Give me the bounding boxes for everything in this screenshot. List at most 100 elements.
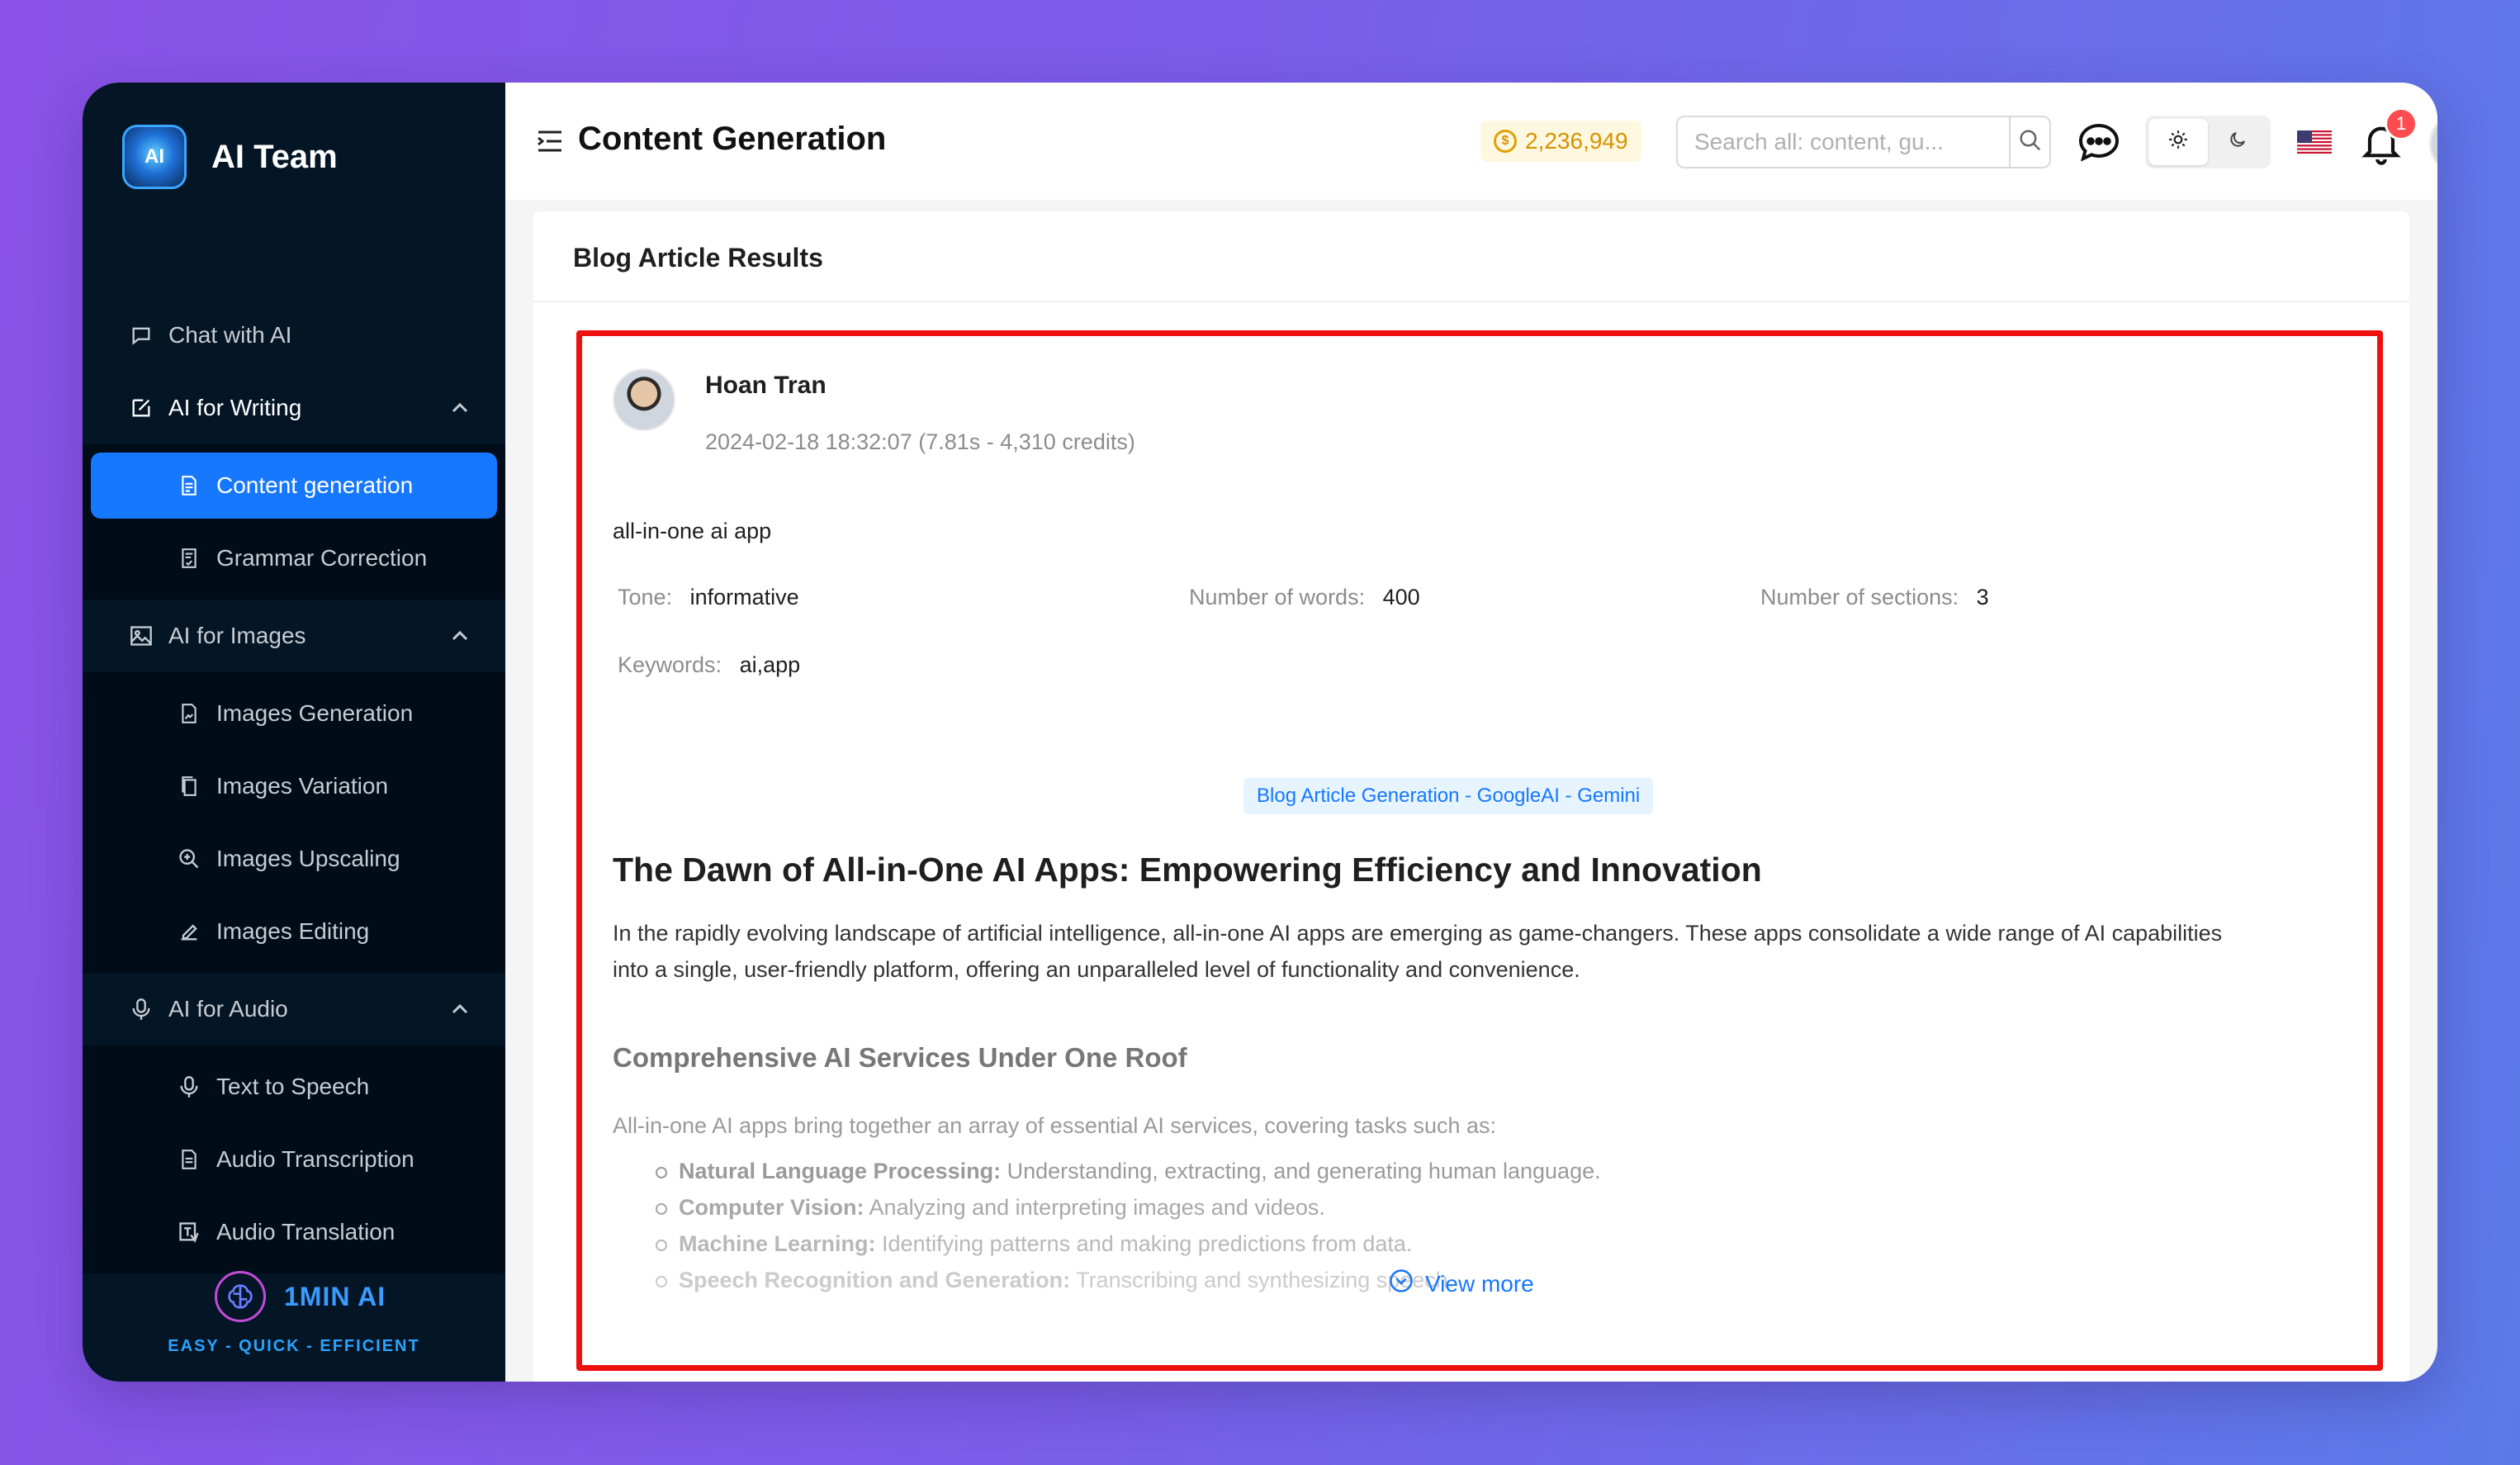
search-button[interactable] xyxy=(2009,117,2049,167)
user-avatar[interactable] xyxy=(2429,112,2437,175)
file-image-icon xyxy=(177,701,201,726)
brand-logo-icon: AI xyxy=(122,125,187,189)
result-prompt: all-in-one ai app xyxy=(613,519,772,543)
model-tag: Blog Article Generation - GoogleAI - Gem… xyxy=(1243,778,1654,814)
results-card: Blog Article Results Hoan Tran 2024-02-1… xyxy=(533,211,2409,1382)
zoom-in-icon xyxy=(177,846,201,871)
list-item-desc: Understanding, extracting, and generatin… xyxy=(1001,1159,1601,1183)
sidebar-item-images-upscaling[interactable]: Images Upscaling xyxy=(91,823,497,895)
search-icon xyxy=(2018,128,2043,157)
document-icon xyxy=(177,473,201,498)
sidebar-item-label: Grammar Correction xyxy=(216,545,428,571)
search-box xyxy=(1676,116,2051,168)
microphone-icon xyxy=(129,997,154,1022)
credits-value: 2,236,949 xyxy=(1525,128,1628,154)
submenu-images: Images Generation Images Variation Image… xyxy=(83,672,505,973)
article-paragraph: In the rapidly evolving landscape of art… xyxy=(613,921,2223,982)
sidebar-item-text-to-speech[interactable]: Text to Speech xyxy=(91,1050,497,1123)
sidebar-item-label: Images Editing xyxy=(216,918,370,944)
top-header: Content Generation $ 2,236,949 Search al… xyxy=(505,83,2437,200)
sidebar: AI AI Team Chat with AI AI for Writing C… xyxy=(83,83,505,1382)
sidebar-item-content-generation[interactable]: Content generation xyxy=(91,453,497,519)
list-item-desc: Analyzing and interpreting images and vi… xyxy=(864,1195,1325,1220)
sidebar-item-label: Content generation xyxy=(216,472,414,498)
brand[interactable]: AI AI Team xyxy=(122,116,338,198)
sidebar-group-ai-for-writing[interactable]: AI for Writing xyxy=(83,372,505,444)
list-item-term: Natural Language Processing: xyxy=(679,1159,1002,1183)
pencil-icon xyxy=(177,919,201,944)
page-title: Content Generation xyxy=(578,121,887,157)
sidebar-footer: 1MIN AI EASY - QUICK - EFFICIENT xyxy=(83,1216,505,1382)
author-name: Hoan Tran xyxy=(705,372,827,399)
sidebar-item-images-generation[interactable]: Images Generation xyxy=(91,677,497,750)
footer-brand: 1MIN AI xyxy=(215,1271,386,1322)
list-item-term: Machine Learning: xyxy=(679,1231,876,1256)
tone-value: informative xyxy=(689,585,799,609)
chevron-up-icon xyxy=(451,397,469,419)
brain-icon xyxy=(215,1271,266,1322)
sidebar-item-images-editing[interactable]: Images Editing xyxy=(91,895,497,968)
submenu-writing: Content generation Grammar Correction xyxy=(83,444,505,600)
article-heading: The Dawn of All-in-One AI Apps: Empoweri… xyxy=(613,851,1762,889)
app-window: AI AI Team Chat with AI AI for Writing C… xyxy=(83,83,2437,1382)
words-field: Number of words: 400 xyxy=(1189,585,1420,609)
sidebar-item-label: Images Upscaling xyxy=(216,846,400,871)
sections-label: Number of sections xyxy=(1760,585,1953,609)
sidebar-item-label: Audio Transcription xyxy=(216,1146,414,1172)
sidebar-group-ai-for-images[interactable]: AI for Images xyxy=(83,600,505,672)
card-title: Blog Article Results xyxy=(573,243,823,273)
edit-icon xyxy=(129,396,154,420)
microphone-icon xyxy=(177,1074,201,1099)
sidebar-item-label: Chat with AI xyxy=(168,322,292,348)
chevron-up-icon xyxy=(451,625,469,647)
notification-badge: 1 xyxy=(2385,107,2418,140)
light-mode-button[interactable] xyxy=(2148,119,2208,165)
sidebar-item-audio-transcription[interactable]: Audio Transcription xyxy=(91,1123,497,1196)
sidebar-group-label: AI for Audio xyxy=(168,996,288,1022)
author-avatar xyxy=(613,368,675,431)
copy-icon xyxy=(177,774,201,799)
view-more-button[interactable]: View more xyxy=(1389,1268,1534,1299)
sidebar-item-chat-with-ai[interactable]: Chat with AI xyxy=(83,299,505,372)
sun-icon xyxy=(2167,129,2189,156)
us-flag-icon[interactable] xyxy=(2297,130,2332,154)
view-more-label: View more xyxy=(1425,1270,1534,1297)
article-subparagraph: All-in-one AI apps bring together an arr… xyxy=(613,1113,1497,1138)
sidebar-item-label: Images Variation xyxy=(216,773,389,799)
messages-icon[interactable] xyxy=(2077,122,2120,162)
tone-label: Tone xyxy=(618,585,666,609)
theme-toggle xyxy=(2145,116,2271,168)
sidebar-item-label: Text to Speech xyxy=(216,1074,370,1099)
menu-collapse-icon[interactable] xyxy=(537,129,563,154)
sidebar-menu: Chat with AI AI for Writing Content gene… xyxy=(83,299,505,1273)
chat-icon xyxy=(129,323,154,348)
list-item: Machine Learning: Identifying patterns a… xyxy=(656,1226,1601,1262)
list-item: Natural Language Processing: Understandi… xyxy=(656,1153,1601,1189)
file-text-icon xyxy=(177,1147,201,1172)
sections-field: Number of sections: 3 xyxy=(1760,585,1989,609)
sidebar-group-label: AI for Images xyxy=(168,623,306,648)
chevron-up-icon xyxy=(451,998,469,1020)
words-label: Number of words xyxy=(1189,585,1359,609)
keywords-value: ai,app xyxy=(739,652,801,677)
sidebar-item-grammar-correction[interactable]: Grammar Correction xyxy=(91,522,497,595)
chevron-down-circle-icon xyxy=(1389,1268,1414,1299)
sidebar-item-images-variation[interactable]: Images Variation xyxy=(91,750,497,823)
footer-brand-name: 1MIN AI xyxy=(284,1281,386,1311)
dark-mode-button[interactable] xyxy=(2208,119,2267,165)
list-item-term: Speech Recognition and Generation: xyxy=(679,1268,1071,1292)
list-item: Computer Vision: Analyzing and interpret… xyxy=(656,1189,1601,1226)
result-meta: 2024-02-18 18:32:07 (7.81s - 4,310 credi… xyxy=(705,429,1135,454)
search-input[interactable] xyxy=(1678,117,2009,167)
words-value: 400 xyxy=(1382,585,1420,609)
sidebar-group-ai-for-audio[interactable]: AI for Audio xyxy=(83,973,505,1045)
list-item-desc: Identifying patterns and making predicti… xyxy=(875,1231,1413,1256)
article-subheading: Comprehensive AI Services Under One Roof xyxy=(613,1042,1187,1073)
credits-badge[interactable]: $ 2,236,949 xyxy=(1480,121,1641,162)
tone-field: Tone: informative xyxy=(618,585,799,609)
document-check-icon xyxy=(177,546,201,571)
divider xyxy=(533,301,2409,302)
coin-icon: $ xyxy=(1494,130,1517,153)
sections-value: 3 xyxy=(1976,585,1989,609)
brand-name: AI Team xyxy=(211,138,338,175)
